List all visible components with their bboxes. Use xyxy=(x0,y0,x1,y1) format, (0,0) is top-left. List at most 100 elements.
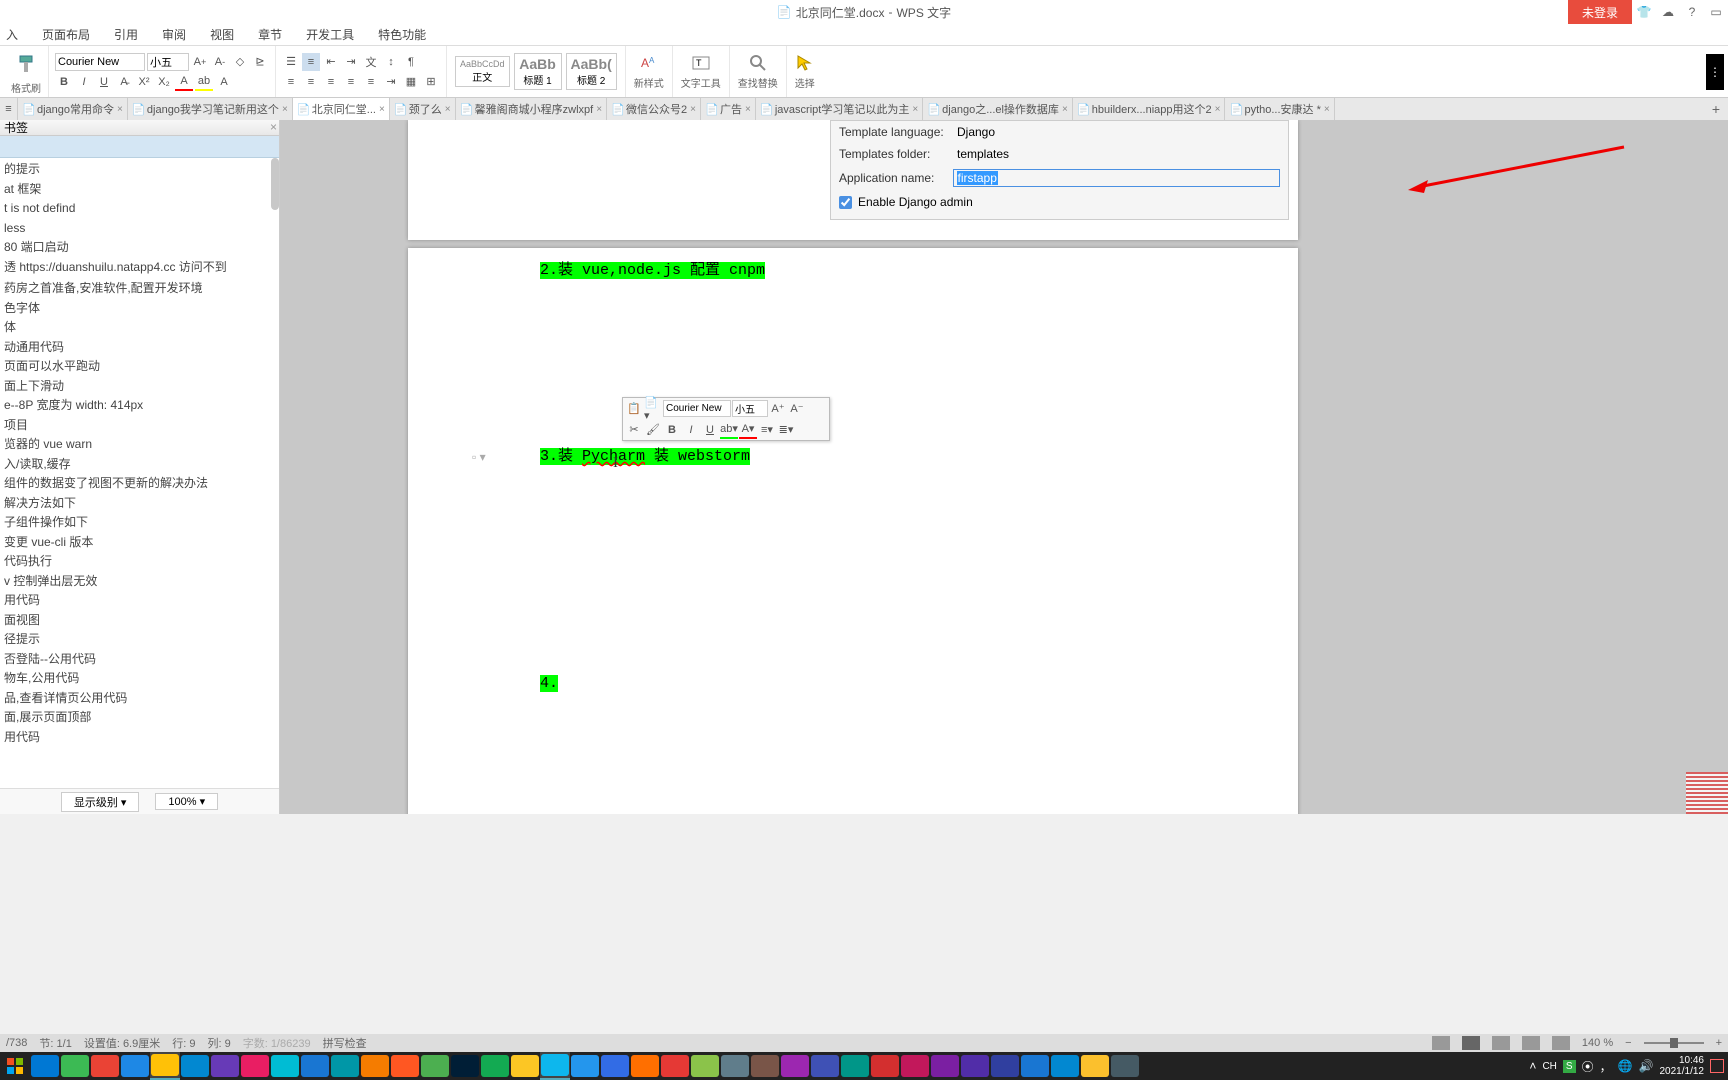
menu-item[interactable]: 章节 xyxy=(246,24,294,45)
mini-paste-icon[interactable]: 📄▾ xyxy=(644,400,662,418)
status-chars[interactable]: 字数: 1/86239 xyxy=(243,1035,311,1051)
mini-grow-icon[interactable]: A⁺ xyxy=(769,400,787,418)
tab-close-icon[interactable]: × xyxy=(912,104,918,115)
tab-icon[interactable]: ⇥ xyxy=(382,73,400,91)
mini-brush-icon[interactable]: 🖌 xyxy=(644,421,662,439)
justify-icon[interactable]: ≡ xyxy=(342,73,360,91)
border-icon[interactable]: ⊞ xyxy=(422,73,440,91)
taskbar-app-icon[interactable] xyxy=(300,1052,330,1080)
style-box[interactable]: AaBb(标题 2 xyxy=(566,53,617,90)
menu-item[interactable]: 审阅 xyxy=(150,24,198,45)
find-replace-button[interactable]: 查找替换 xyxy=(730,46,787,97)
taskbar-clock[interactable]: 10:46 2021/1/12 xyxy=(1660,1055,1705,1077)
document-tab[interactable]: 📄javascript学习笔记以此为主× xyxy=(756,98,923,120)
mini-list-icon[interactable]: ≣▾ xyxy=(777,421,795,439)
document-tab[interactable]: 📄django我学习笔记新用这个× xyxy=(128,98,293,120)
tray-square-icon[interactable] xyxy=(1710,1059,1724,1073)
document-tab[interactable]: 📄北京同仁堂...× xyxy=(293,98,390,120)
taskbar-app-icon[interactable] xyxy=(660,1052,690,1080)
new-tab-button[interactable]: + xyxy=(1704,101,1728,117)
mini-font-select[interactable] xyxy=(663,400,731,417)
bookmark-item[interactable]: 用代码 xyxy=(0,728,279,748)
sidebar-zoom-select[interactable]: 100% ▾ xyxy=(155,793,218,810)
help-icon[interactable]: ? xyxy=(1680,0,1704,24)
font-select[interactable] xyxy=(55,53,145,71)
cloud-icon[interactable]: ☁ xyxy=(1656,0,1680,24)
align-left-icon[interactable]: ≡ xyxy=(282,73,300,91)
taskbar-app-icon[interactable] xyxy=(180,1052,210,1080)
outdent-icon[interactable]: ⇤ xyxy=(322,53,340,71)
document-tab[interactable]: 📄hbuilderx...niapp用这个2× xyxy=(1073,98,1226,120)
taskbar-app-icon[interactable] xyxy=(510,1052,540,1080)
taskbar-app-icon[interactable] xyxy=(840,1052,870,1080)
bookmark-item[interactable]: 品,查看详情页公用代码 xyxy=(0,689,279,709)
align-right-icon[interactable]: ≡ xyxy=(322,73,340,91)
superscript-icon[interactable]: X² xyxy=(135,73,153,91)
menu-item[interactable]: 视图 xyxy=(198,24,246,45)
tray-ime-fullwidth-icon[interactable]: ⦿ xyxy=(1582,1058,1594,1075)
line-spacing-icon[interactable]: ↕ xyxy=(382,53,400,71)
template-language-value[interactable]: Django xyxy=(957,125,1280,139)
tab-close-icon[interactable]: × xyxy=(596,104,602,115)
bookmark-item[interactable]: 用代码 xyxy=(0,591,279,611)
shrink-font-icon[interactable]: A- xyxy=(211,53,229,71)
taskbar-app-icon[interactable] xyxy=(1110,1052,1140,1080)
taskbar-app-icon[interactable] xyxy=(480,1052,510,1080)
bookmark-item[interactable]: 动通用代码 xyxy=(0,338,279,358)
underline-icon[interactable]: U xyxy=(95,73,113,91)
tab-close-icon[interactable]: × xyxy=(379,104,385,115)
mini-align-icon[interactable]: ≡▾ xyxy=(758,421,776,439)
document-tab[interactable]: 📄django之...el操作数据库× xyxy=(923,98,1073,120)
bookmark-item[interactable]: 透 https://duanshuilu.natapp4.cc 访问不到 xyxy=(0,258,279,278)
align-center-icon[interactable]: ≡ xyxy=(302,73,320,91)
tab-close-icon[interactable]: × xyxy=(117,104,123,115)
tray-ime-lang[interactable]: CH xyxy=(1542,1061,1556,1072)
menu-item[interactable]: 页面布局 xyxy=(30,24,102,45)
taskbar-app-icon[interactable] xyxy=(450,1052,480,1080)
tab-close-icon[interactable]: × xyxy=(445,104,451,115)
text-direction-icon[interactable]: 文 xyxy=(362,53,380,71)
document-tab[interactable]: 📄django常用命令× xyxy=(18,98,128,120)
tab-close-icon[interactable]: × xyxy=(1324,104,1330,115)
mini-cut-icon[interactable]: ✂ xyxy=(625,421,643,439)
mini-size-select[interactable] xyxy=(732,400,768,417)
bookmark-item[interactable]: 项目 xyxy=(0,416,279,436)
text-tool-button[interactable]: T 文字工具 xyxy=(673,46,730,97)
mini-italic-icon[interactable]: I xyxy=(682,421,700,439)
menu-item[interactable]: 开发工具 xyxy=(294,24,366,45)
clear-format-icon[interactable]: ◇ xyxy=(231,53,249,71)
bookmark-item[interactable]: 面,展示页面顶部 xyxy=(0,708,279,728)
mini-highlight-icon[interactable]: ab▾ xyxy=(720,421,738,439)
number-list-icon[interactable]: ≡ xyxy=(302,53,320,71)
bookmark-item[interactable]: e--8P 宽度为 width: 414px xyxy=(0,396,279,416)
style-box[interactable]: AaBbCcDd正文 xyxy=(455,56,510,87)
zoom-handle[interactable] xyxy=(1670,1038,1678,1048)
taskbar-app-icon[interactable] xyxy=(150,1052,180,1080)
bookmark-item[interactable]: 色字体 xyxy=(0,299,279,319)
bookmark-item[interactable]: 代码执行 xyxy=(0,552,279,572)
tray-volume-icon[interactable]: 🔊 xyxy=(1639,1059,1654,1073)
bookmark-item[interactable]: 否登陆--公用代码 xyxy=(0,650,279,670)
tray-ime-cn-icon[interactable]: S xyxy=(1563,1060,1576,1073)
bookmark-item[interactable]: 体 xyxy=(0,318,279,338)
taskbar-app-icon[interactable] xyxy=(600,1052,630,1080)
taskbar-app-icon[interactable] xyxy=(210,1052,240,1080)
status-zoom[interactable]: 140 % xyxy=(1582,1037,1613,1049)
menu-item[interactable]: 入 xyxy=(0,24,30,45)
mini-underline-icon[interactable]: U xyxy=(701,421,719,439)
bookmark-item[interactable]: 面上下滑动 xyxy=(0,377,279,397)
taskbar-app-icon[interactable] xyxy=(570,1052,600,1080)
format-brush-icon[interactable] xyxy=(10,48,42,80)
zoom-in-icon[interactable]: + xyxy=(1716,1037,1722,1049)
bookmark-item[interactable]: 子组件操作如下 xyxy=(0,513,279,533)
tab-close-icon[interactable]: × xyxy=(690,104,696,115)
menu-item[interactable]: 特色功能 xyxy=(366,24,438,45)
shading-icon[interactable]: ▦ xyxy=(402,73,420,91)
view-mode-1-icon[interactable] xyxy=(1432,1036,1450,1050)
indent-icon[interactable]: ⇥ xyxy=(342,53,360,71)
taskbar-app-icon[interactable] xyxy=(720,1052,750,1080)
char-border-icon[interactable]: A xyxy=(215,73,233,91)
taskbar-app-icon[interactable] xyxy=(960,1052,990,1080)
bookmark-item[interactable]: 览器的 vue warn xyxy=(0,435,279,455)
bookmark-item[interactable]: at 框架 xyxy=(0,180,279,200)
